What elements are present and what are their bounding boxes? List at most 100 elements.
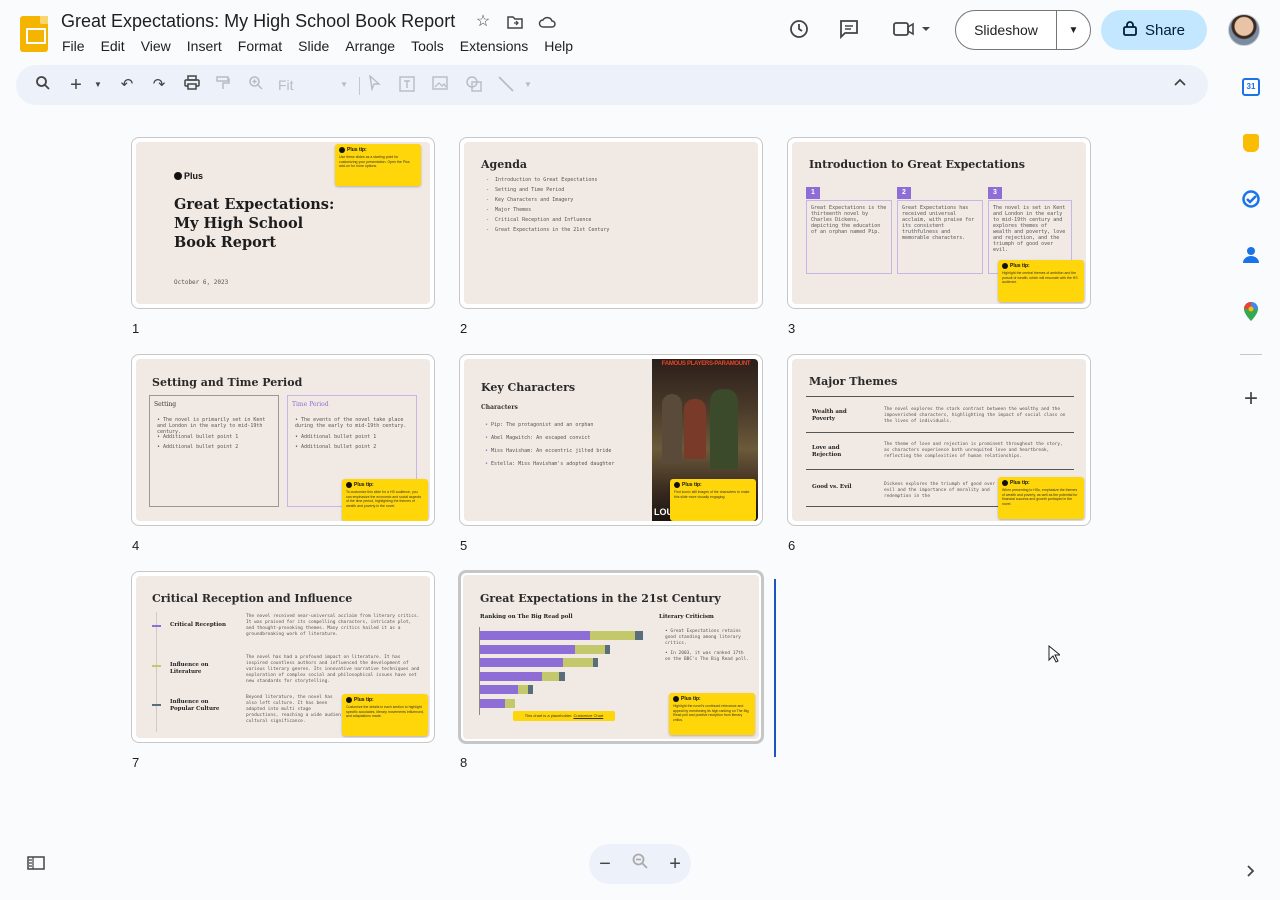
slide-thumbnail-1[interactable]: Plus Great Expectations: My High School … bbox=[131, 137, 435, 309]
version-history-icon[interactable] bbox=[787, 18, 811, 42]
menu-extensions[interactable]: Extensions bbox=[460, 38, 537, 54]
chart-bar bbox=[480, 631, 590, 640]
slide-number: 4 bbox=[132, 538, 140, 553]
slide-thumbnail-3[interactable]: Introduction to Great Expectations 1 Gre… bbox=[787, 137, 1091, 309]
slide-number: 5 bbox=[460, 538, 468, 553]
meet-video-icon[interactable] bbox=[892, 18, 932, 42]
chart-bar bbox=[593, 658, 598, 667]
tasks-icon[interactable] bbox=[1241, 189, 1261, 209]
chart-bar bbox=[480, 658, 563, 667]
zoom-icon[interactable] bbox=[246, 75, 266, 97]
print-icon[interactable] bbox=[182, 75, 202, 97]
slides-logo-icon[interactable] bbox=[20, 16, 48, 52]
column-badge: 3 bbox=[988, 187, 1002, 199]
redo-icon[interactable]: ↷ bbox=[149, 75, 169, 95]
customize-chart-link[interactable]: Customize Chart bbox=[573, 713, 603, 718]
slide-title: Introduction to Great Expectations bbox=[809, 158, 1025, 171]
slide-thumbnail-8[interactable]: Great Expectations in the 21st Century R… bbox=[458, 570, 764, 744]
slide-thumbnail-6[interactable]: Major Themes Wealth and Poverty The nove… bbox=[787, 354, 1091, 526]
plus-tip: Plus tip: Customize the details in each … bbox=[342, 694, 428, 736]
agenda-item: - Setting and Time Period bbox=[486, 187, 565, 193]
plus-tip: Plus tip: Highlight the novel's continue… bbox=[669, 693, 755, 735]
criticism-item: • In 2003, it was ranked 17th on the BBC… bbox=[665, 651, 749, 662]
menu-view[interactable]: View bbox=[141, 38, 180, 54]
slide-thumbnail-2[interactable]: Agenda - Introduction to Great Expectati… bbox=[459, 137, 763, 309]
slide-thumbnail-4[interactable]: Setting and Time Period Setting • The no… bbox=[131, 354, 435, 526]
move-folder-icon[interactable] bbox=[506, 13, 524, 31]
theme-label: Wealth and Poverty bbox=[812, 409, 847, 422]
tip-title: Plus tip: bbox=[674, 482, 752, 488]
agenda-item: - Key Characters and Imagery bbox=[486, 197, 574, 203]
tip-text: Highlight the novel's continued relevanc… bbox=[673, 704, 749, 722]
zoom-select[interactable]: Fit ▼ bbox=[278, 75, 348, 95]
chart-bar bbox=[575, 644, 605, 654]
new-slide-icon[interactable]: + bbox=[66, 75, 86, 95]
menu-edit[interactable]: Edit bbox=[101, 38, 134, 54]
menu-help[interactable]: Help bbox=[544, 38, 582, 54]
tip-text: When presenting to HSs, emphasize the th… bbox=[1002, 488, 1078, 506]
chart-bar bbox=[605, 644, 610, 654]
agenda-item: - Great Expectations in the 21st Century bbox=[486, 227, 610, 233]
share-label: Share bbox=[1144, 21, 1186, 39]
menu-file[interactable]: File bbox=[62, 38, 94, 54]
theme-label: Good vs. Evil bbox=[812, 484, 852, 490]
keep-icon[interactable] bbox=[1243, 134, 1259, 152]
chart-bar bbox=[480, 698, 505, 708]
comments-icon[interactable] bbox=[837, 18, 861, 42]
slide-number: 6 bbox=[788, 538, 796, 553]
menu-format[interactable]: Format bbox=[238, 38, 291, 54]
theme-text: The theme of love and rejection is promi… bbox=[884, 442, 1063, 459]
theme-text: Dickens explores the triumph of good ove… bbox=[884, 482, 996, 499]
line-icon[interactable] bbox=[496, 75, 516, 99]
document-title[interactable]: Great Expectations: My High School Book … bbox=[61, 11, 455, 32]
insert-image-icon[interactable] bbox=[430, 75, 450, 97]
select-tool-icon[interactable] bbox=[365, 74, 385, 97]
paint-format-icon[interactable] bbox=[213, 75, 233, 97]
cloud-saved-icon[interactable] bbox=[538, 13, 556, 31]
slide-title: Great Expectations: My High School Book … bbox=[174, 196, 335, 251]
slide-thumbnail-5[interactable]: Key Characters Characters • Pip: The pro… bbox=[459, 354, 763, 526]
show-filmstrip-icon[interactable] bbox=[27, 856, 45, 870]
slideshow-dropdown-icon[interactable]: ▼ bbox=[1057, 25, 1090, 36]
influence-text: The novel received near-universal acclai… bbox=[246, 614, 420, 637]
menu-insert[interactable]: Insert bbox=[187, 38, 231, 54]
slideshow-button[interactable]: Slideshow ▼ bbox=[955, 10, 1091, 50]
character-item: • Miss Havisham: An eccentric jilted bri… bbox=[485, 448, 612, 454]
text-box-icon[interactable] bbox=[397, 75, 417, 99]
lock-icon bbox=[1123, 20, 1137, 40]
zoom-out-icon[interactable]: − bbox=[599, 853, 611, 876]
get-addons-icon[interactable]: + bbox=[1241, 387, 1261, 411]
line-dropdown-icon[interactable]: ▼ bbox=[518, 75, 538, 95]
zoom-reset-icon[interactable] bbox=[631, 852, 649, 876]
search-menus-icon[interactable] bbox=[33, 75, 53, 97]
slide-date: October 6, 2023 bbox=[174, 279, 229, 286]
tip-title: Plus tip: bbox=[1002, 263, 1080, 269]
account-avatar[interactable] bbox=[1228, 14, 1260, 46]
time-period-heading: Time Period bbox=[292, 401, 329, 408]
column-text: The novel is set in Kent and London in t… bbox=[993, 205, 1066, 253]
chart-bar bbox=[563, 658, 593, 667]
collapse-toolbar-icon[interactable] bbox=[1170, 75, 1190, 95]
share-button[interactable]: Share bbox=[1101, 10, 1207, 50]
zoom-controls: − + bbox=[589, 844, 691, 884]
undo-icon[interactable]: ↶ bbox=[117, 75, 137, 95]
theme-text: The novel explores the stark contrast be… bbox=[884, 407, 1066, 424]
tip-text: Highlight the central themes of ambition… bbox=[1002, 271, 1078, 284]
menu-arrange[interactable]: Arrange bbox=[345, 38, 404, 54]
menu-tools[interactable]: Tools bbox=[411, 38, 453, 54]
slideshow-label[interactable]: Slideshow bbox=[956, 11, 1057, 49]
contacts-icon[interactable] bbox=[1242, 245, 1260, 265]
shape-icon[interactable] bbox=[464, 75, 484, 99]
new-slide-dropdown-icon[interactable]: ▼ bbox=[88, 75, 108, 95]
poster-heading: FAMOUS PLAYERS-PARAMOUNT bbox=[661, 361, 751, 367]
plus-tip: Plus tip: When presenting to HSs, emphas… bbox=[998, 477, 1084, 519]
calendar-icon[interactable]: 31 bbox=[1242, 78, 1260, 96]
star-icon[interactable]: ☆ bbox=[474, 13, 492, 31]
bullet: • The novel is primarily set in Kent and… bbox=[157, 417, 266, 435]
menu-slide[interactable]: Slide bbox=[298, 38, 338, 54]
zoom-in-icon[interactable]: + bbox=[669, 853, 681, 876]
maps-icon[interactable] bbox=[1242, 300, 1260, 322]
slide-thumbnail-7[interactable]: Critical Reception and Influence Critica… bbox=[131, 571, 435, 743]
expand-side-panel-icon[interactable] bbox=[1245, 864, 1257, 878]
tip-title: Plus tip: bbox=[339, 147, 417, 153]
